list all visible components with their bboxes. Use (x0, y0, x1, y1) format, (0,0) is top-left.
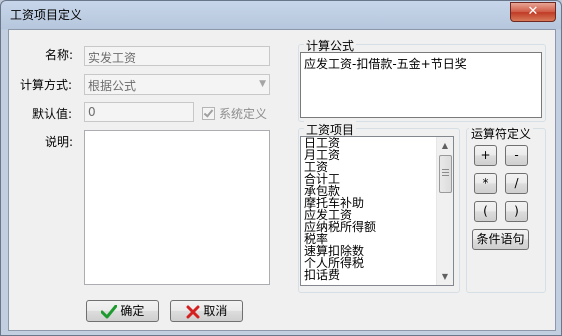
calc-method-label: 计算方式: (20, 78, 73, 92)
default-value-label: 默认值: (32, 107, 73, 121)
close-icon: ✕ (527, 4, 539, 19)
calc-method-select[interactable]: 根据公式 ▼ (84, 74, 270, 95)
title-bar[interactable]: 工资项目定义 ✕ (1, 1, 561, 27)
dialog-window: 工资项目定义 ✕ 名称: 实发工资 计算方式: 根据公式 ▼ 默认值: 0 系统… (0, 0, 562, 336)
window-title: 工资项目定义 (10, 8, 83, 22)
vertical-scrollbar[interactable]: ▲ ▼ (436, 137, 453, 285)
close-button[interactable]: ✕ (510, 2, 556, 22)
condition-statement-button[interactable]: 条件语句 (472, 229, 529, 250)
checkbox-check-icon (202, 107, 215, 120)
calc-method-value: 根据公式 (88, 79, 137, 93)
dialog-client-area: 名称: 实发工资 计算方式: 根据公式 ▼ 默认值: 0 系统定义 说明: 计算… (8, 29, 556, 331)
list-item[interactable]: 扣话费 (301, 269, 453, 281)
open-paren-button[interactable]: ( (474, 201, 497, 222)
cancel-button[interactable]: 取消 (170, 300, 243, 322)
name-label: 名称: (45, 48, 74, 62)
formula-textarea[interactable]: 应发工资-扣借款-五金+节日奖 (300, 52, 542, 118)
multiply-button[interactable]: * (474, 173, 497, 194)
plus-button[interactable]: + (474, 145, 497, 166)
system-defined-label: 系统定义 (219, 107, 268, 121)
chevron-down-icon: ▼ (259, 79, 266, 89)
divide-button[interactable]: / (505, 173, 528, 194)
close-paren-button[interactable]: ) (505, 201, 528, 222)
description-field[interactable] (84, 130, 270, 285)
description-label: 说明: (45, 135, 74, 149)
ok-label: 确定 (120, 304, 145, 318)
default-value-field[interactable]: 0 (84, 102, 194, 122)
ok-button[interactable]: 确定 (86, 300, 159, 322)
name-field[interactable]: 实发工资 (84, 46, 270, 66)
scroll-thumb[interactable] (439, 155, 452, 193)
red-x-icon (186, 305, 200, 318)
green-checkmark-icon (100, 304, 117, 318)
operators-group-label: 运算符定义 (469, 125, 534, 142)
cancel-label: 取消 (203, 304, 228, 318)
system-defined-checkbox[interactable]: 系统定义 (202, 105, 267, 122)
scroll-down-arrow-icon[interactable]: ▼ (437, 268, 453, 285)
scroll-up-arrow-icon[interactable]: ▲ (437, 137, 453, 154)
salary-items-host: 日工资 月工资 工资 合计工 承包款 摩托车补助 应发工资 应纳税所得额 税率 速算扣除数 个人所得… (301, 137, 453, 281)
salary-items-list[interactable]: 日工资 月工资 工资 合计工 承包款 摩托车补助 应发工资 应纳税所得额 税率 速算扣除数 个人所得… (300, 136, 454, 286)
minus-button[interactable]: - (505, 145, 528, 166)
